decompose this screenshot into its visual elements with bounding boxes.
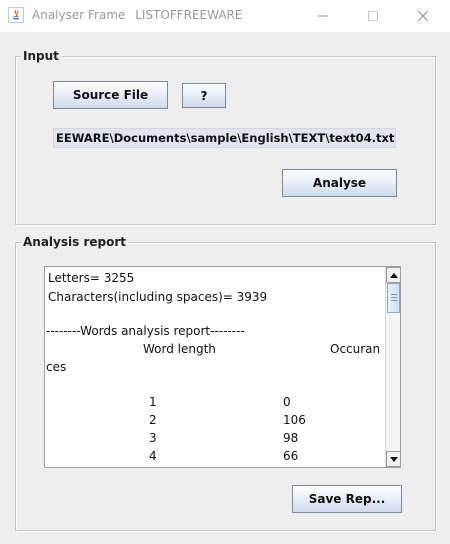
words-header-line: --------Words analysis report-------- [46, 324, 245, 338]
row-occurrences: 0 [283, 395, 291, 409]
minimize-icon [318, 15, 328, 17]
word-length-header: Word length [143, 342, 216, 356]
characters-line: Characters(including spaces)= 3939 [48, 290, 268, 304]
report-content: Letters= 3255 Characters(including space… [45, 267, 384, 467]
thumb-grip [391, 297, 397, 298]
arrow-down-icon [389, 456, 398, 462]
window-watermark: LISTOFFREEWARE [135, 8, 243, 22]
scroll-up-button[interactable] [386, 267, 400, 283]
thumb-grip [391, 300, 397, 301]
letters-line: Letters= 3255 [48, 271, 135, 285]
input-group-label: Input [21, 49, 61, 63]
maximize-icon [368, 11, 378, 21]
close-icon [418, 11, 428, 21]
save-report-button[interactable]: Save Rep... [292, 485, 402, 513]
window-title-text: Analyser Frame [32, 8, 126, 22]
occurrences-header-wrap: ces [46, 360, 67, 374]
arrow-up-icon [389, 272, 398, 278]
close-button[interactable] [400, 0, 446, 32]
row-length: 1 [149, 395, 157, 409]
row-length: 5 [149, 466, 157, 467]
scroll-down-button[interactable] [386, 451, 400, 467]
title-bar: Analyser Frame LISTOFFREEWARE [0, 0, 450, 32]
maximize-button[interactable] [350, 0, 396, 32]
row-occurrences: 106 [283, 413, 306, 427]
help-button[interactable]: ? [182, 83, 226, 108]
row-occurrences: 66 [283, 449, 299, 463]
report-scrollbar[interactable] [385, 267, 400, 467]
row-length: 3 [149, 431, 157, 445]
report-group-label: Analysis report [21, 235, 128, 249]
analyse-button[interactable]: Analyse [282, 169, 397, 197]
occurrences-header: Occuran [330, 342, 381, 356]
analyser-window: Analyser Frame LISTOFFREEWARE Input Sour… [0, 0, 450, 544]
row-occurrences: 98 [283, 431, 299, 445]
scroll-thumb[interactable] [387, 283, 400, 313]
source-path-field[interactable]: EEWARE\Documents\sample\English\TEXT\tex… [53, 128, 396, 148]
row-length: 4 [149, 449, 157, 463]
row-length: 2 [149, 413, 157, 427]
row-occurrences: 57 [283, 466, 298, 467]
window-title: Analyser Frame LISTOFFREEWARE [32, 8, 248, 22]
report-text-area[interactable]: Letters= 3255 Characters(including space… [44, 266, 401, 468]
java-app-icon [8, 7, 24, 23]
source-file-button[interactable]: Source File [53, 81, 168, 109]
thumb-grip [391, 294, 397, 295]
minimize-button[interactable] [300, 0, 346, 32]
